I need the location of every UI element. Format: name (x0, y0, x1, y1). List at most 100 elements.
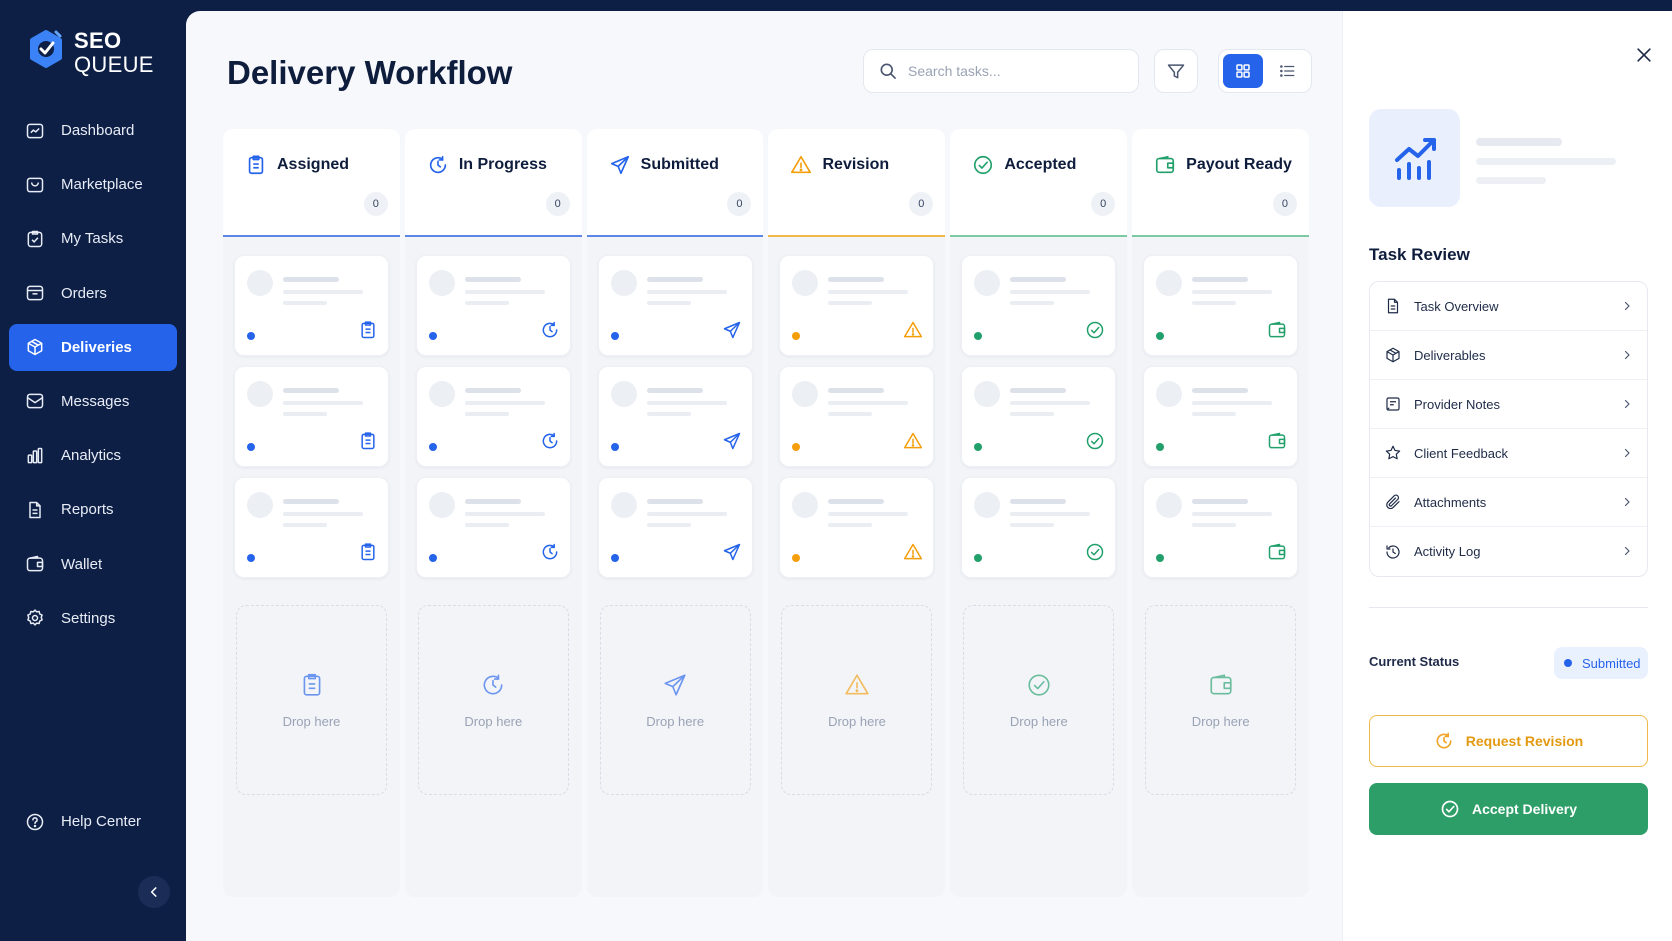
task-card[interactable] (597, 477, 753, 578)
skeleton-line (283, 388, 339, 393)
status-dot (792, 554, 801, 562)
request-revision-label: Request Revision (1465, 733, 1584, 749)
review-item-activity-log[interactable]: Activity Log (1370, 527, 1647, 576)
search-box[interactable] (863, 49, 1139, 93)
status-dot (247, 554, 255, 562)
close-panel-button[interactable] (1630, 41, 1658, 69)
page-title: Delivery Workflow (227, 54, 513, 91)
skeleton-line (1476, 177, 1546, 184)
sidebar-item-dashboard[interactable]: Dashboard (9, 107, 177, 154)
chevron-left-icon (150, 887, 157, 897)
task-card[interactable] (415, 366, 571, 467)
sidebar-item-reports[interactable]: Reports (9, 486, 177, 533)
task-card[interactable] (961, 255, 1117, 356)
column-header: Revision 0 (768, 129, 946, 237)
sidebar-item-analytics[interactable]: Analytics (9, 432, 177, 479)
sidebar-item-wallet[interactable]: Wallet (9, 541, 177, 588)
sidebar-item-my-tasks[interactable]: My Tasks (9, 215, 177, 262)
drop-zone[interactable]: Drop here (417, 605, 569, 795)
drop-zone[interactable]: Drop here (599, 605, 751, 795)
task-card[interactable] (415, 477, 571, 578)
skeleton-line (646, 388, 703, 393)
task-card[interactable] (1143, 477, 1299, 578)
task-card[interactable] (779, 477, 935, 578)
sidebar-item-messages[interactable]: Messages (9, 378, 177, 425)
drop-zone[interactable]: Drop here (236, 605, 387, 795)
column-revision: Revision 0 Drop here (768, 129, 946, 897)
task-card[interactable] (234, 255, 389, 356)
sidebar-item-label: Dashboard (61, 122, 135, 139)
skeleton-line (646, 512, 727, 516)
task-card[interactable] (234, 477, 389, 578)
drop-zone[interactable]: Drop here (781, 605, 933, 795)
task-card[interactable] (415, 255, 571, 356)
skeleton-line (464, 290, 545, 294)
task-card[interactable] (779, 366, 935, 467)
status-dot (1156, 332, 1165, 340)
search-input[interactable] (908, 63, 1118, 79)
request-revision-button[interactable]: Request Revision (1369, 715, 1648, 767)
column-header: In Progress 0 (404, 129, 582, 237)
skeleton-line (283, 523, 327, 527)
task-card[interactable] (1143, 366, 1299, 467)
wallet-icon (1268, 321, 1286, 338)
column-count: 0 (1272, 192, 1297, 216)
collapse-sidebar-button[interactable] (138, 876, 170, 908)
logo[interactable]: SEO QUEUE (26, 28, 154, 77)
sidebar-item-label: Analytics (61, 447, 122, 465)
avatar-placeholder (247, 270, 273, 296)
sidebar-item-settings[interactable]: Settings (9, 595, 177, 642)
warning-icon (791, 155, 812, 174)
clipboard-icon (361, 543, 375, 561)
accept-delivery-button[interactable]: Accept Delivery (1369, 783, 1648, 835)
tasks-icon (27, 230, 43, 248)
skeleton-line (646, 523, 691, 527)
check-circle-icon (1087, 543, 1104, 561)
column-header: Submitted 0 (586, 129, 764, 237)
drop-zone-label: Drop here (646, 713, 705, 729)
view-toggle (1218, 49, 1312, 93)
logo-text: SEO QUEUE (74, 28, 154, 77)
task-card[interactable] (961, 477, 1117, 578)
accept-delivery-label: Accept Delivery (1471, 801, 1578, 817)
sidebar-item-orders[interactable]: Orders (9, 270, 177, 317)
drop-zone[interactable]: Drop here (1145, 605, 1297, 795)
wallet-icon (1268, 432, 1286, 449)
review-item-label: Deliverables (1414, 347, 1486, 363)
sidebar-item-help-center[interactable]: Help Center (9, 798, 177, 845)
review-item-label: Task Overview (1414, 298, 1499, 314)
status-dot (428, 443, 437, 451)
skeleton-line (283, 512, 363, 516)
avatar-placeholder (610, 381, 637, 407)
note-icon (1386, 397, 1400, 411)
review-item-provider-notes[interactable]: Provider Notes (1370, 380, 1647, 429)
progress-icon (429, 155, 446, 174)
review-item-label: Provider Notes (1414, 396, 1500, 412)
task-card[interactable] (779, 255, 935, 356)
chevron-right-icon (1624, 399, 1630, 409)
review-item-attachments[interactable]: Attachments (1370, 478, 1647, 527)
sidebar-item-deliveries[interactable]: Deliveries (9, 323, 177, 371)
grid-view-button[interactable] (1223, 54, 1263, 88)
filter-button[interactable] (1154, 49, 1198, 93)
document-icon (29, 501, 41, 519)
skeleton-line (1010, 412, 1055, 416)
column-title: In Progress (427, 154, 547, 176)
column-header: Accepted 0 (950, 129, 1128, 237)
task-card[interactable] (1143, 255, 1299, 356)
task-card[interactable] (961, 366, 1117, 467)
task-card[interactable] (234, 366, 389, 467)
sidebar-item-label: Orders (61, 284, 107, 302)
progress-icon (542, 543, 558, 560)
review-item-client-feedback[interactable]: Client Feedback (1370, 429, 1647, 478)
task-card[interactable] (597, 255, 753, 356)
help-section: Help Center (9, 798, 177, 852)
review-item-task-overview[interactable]: Task Overview (1370, 282, 1647, 331)
skeleton-line (828, 412, 873, 416)
drop-zone[interactable]: Drop here (963, 605, 1115, 795)
list-view-button[interactable] (1267, 54, 1307, 88)
sidebar-item-marketplace[interactable]: Marketplace (9, 161, 177, 208)
task-card[interactable] (597, 366, 753, 467)
review-item-deliverables[interactable]: Deliverables (1370, 331, 1647, 380)
status-dot (792, 332, 801, 340)
